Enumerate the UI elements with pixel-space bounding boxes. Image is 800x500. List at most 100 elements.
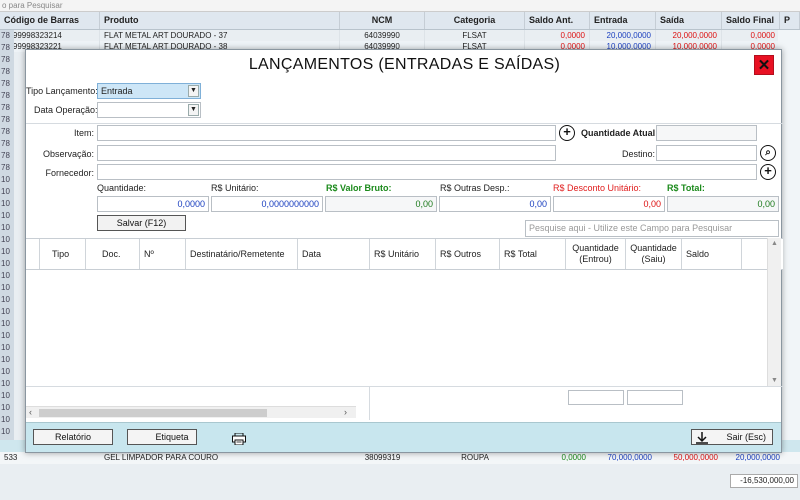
- grid-col-qtd-saiu-line1: Quantidade: [630, 243, 677, 253]
- search-destino-icon[interactable]: ⌕: [760, 145, 776, 161]
- chevron-down-icon[interactable]: ▼: [188, 104, 199, 116]
- item-label: Item:: [73, 128, 94, 138]
- bg-col-product[interactable]: Produto: [100, 12, 340, 29]
- bg-col-ncm[interactable]: NCM: [340, 12, 425, 29]
- etiqueta-label: Etiqueta: [155, 432, 189, 442]
- bg-row-code: 78: [1, 103, 10, 112]
- bg-row-code: 10: [1, 283, 10, 292]
- tipo-lancamento-select[interactable]: Entrada ▼: [97, 83, 201, 99]
- item-input[interactable]: [97, 125, 556, 141]
- grid-col-unitario[interactable]: R$ Unitário: [370, 239, 436, 269]
- bg-col-saldo-ant[interactable]: Saldo Ant.: [525, 12, 590, 29]
- outras-desp-label: R$ Outras Desp.:: [440, 183, 510, 193]
- grid-col-data[interactable]: Data: [298, 239, 370, 269]
- bg-row-code: 10: [1, 271, 10, 280]
- data-operacao-select[interactable]: ▼: [97, 102, 201, 118]
- bg-row-code: 10: [1, 403, 10, 412]
- quantidade-input[interactable]: 0,0000: [97, 196, 209, 212]
- fornecedor-input[interactable]: [97, 164, 757, 180]
- chevron-down-icon[interactable]: ▼: [771, 377, 778, 384]
- grid-col-tipo[interactable]: Tipo: [40, 239, 86, 269]
- bg-row-code: 78: [1, 31, 10, 40]
- bg-row-code: 10: [1, 367, 10, 376]
- vertical-scrollbar[interactable]: ▲ ▼: [767, 238, 781, 386]
- etiqueta-button[interactable]: Etiqueta: [127, 429, 246, 445]
- grid-col-saldo[interactable]: Saldo: [682, 239, 742, 269]
- bg-table-row[interactable]: 7899998323214 FLAT METAL ART DOURADO - 3…: [0, 30, 800, 41]
- destino-input[interactable]: [656, 145, 757, 161]
- destino-label: Destino:: [622, 149, 656, 159]
- bg-row-code: 10: [1, 211, 10, 220]
- add-fornecedor-icon[interactable]: +: [760, 164, 776, 180]
- observacao-input[interactable]: [97, 145, 556, 161]
- bg-cell: 20,000,0000: [656, 30, 722, 41]
- valor-bruto-field: 0,00: [325, 196, 437, 212]
- add-item-icon[interactable]: +: [559, 125, 575, 141]
- bg-row-code: 78: [1, 67, 10, 76]
- tipo-lancamento-label: Tipo Lançamento:: [26, 86, 98, 96]
- background-grid-header: Código de Barras Produto NCM Categoria S…: [0, 12, 800, 30]
- tipo-lancamento-value: Entrada: [101, 86, 133, 96]
- sair-button[interactable]: Sair (Esc): [691, 429, 773, 445]
- bg-col-entrada[interactable]: Entrada: [590, 12, 656, 29]
- bg-row-code: 10: [1, 331, 10, 340]
- grid-col-num[interactable]: Nº: [140, 239, 186, 269]
- lancamentos-grid-header: Tipo Doc. Nº Destinatário/Remetente Data…: [26, 238, 783, 270]
- bg-cell: 38099319: [364, 453, 401, 462]
- grid-col-qtd-saiu[interactable]: Quantidade (Saiu): [626, 239, 682, 269]
- salvar-button[interactable]: Salvar (F12): [97, 215, 186, 231]
- close-button[interactable]: ✕: [754, 55, 774, 75]
- background-left-codes: 78 78 78 78 78 78 78 78 78 78 78 78 10 10 10 10 10 10 10 10…: [0, 30, 14, 460]
- bg-row-code: 78: [1, 115, 10, 124]
- search-input[interactable]: Pesquise aqui - Utilize este Campo para …: [525, 220, 779, 237]
- bg-col-p[interactable]: P: [780, 12, 800, 29]
- bg-row-code: 10: [1, 223, 10, 232]
- lancamentos-grid-body[interactable]: [26, 270, 776, 385]
- bg-row-code: 10: [1, 343, 10, 352]
- sum-entrou-field: [568, 390, 624, 405]
- unitario-input[interactable]: 0,0000000000: [211, 196, 323, 212]
- horizontal-scrollbar[interactable]: ‹ ›: [26, 406, 356, 418]
- printer-icon: [232, 433, 246, 445]
- bg-col-category[interactable]: Categoria: [425, 12, 525, 29]
- bg-row-code: 78: [1, 139, 10, 148]
- desconto-unitario-input[interactable]: 0,00: [553, 196, 665, 212]
- grid-col-qtd-entrou-line2: (Entrou): [579, 254, 612, 264]
- bg-cell: ROUPA: [461, 453, 489, 462]
- grid-col-qtd-entrou-line1: Quantidade: [572, 243, 619, 253]
- grid-col-destinatario[interactable]: Destinatário/Remetente: [186, 239, 298, 269]
- chevron-up-icon[interactable]: ▲: [771, 240, 778, 247]
- chevron-left-icon[interactable]: ‹: [29, 407, 32, 417]
- bg-cell: 64039990: [340, 30, 425, 41]
- chevron-right-icon[interactable]: ›: [344, 407, 347, 417]
- relatorio-button[interactable]: Relatório: [33, 429, 113, 445]
- chevron-down-icon[interactable]: ▼: [188, 85, 199, 97]
- bg-col-barcode[interactable]: Código de Barras: [0, 12, 100, 29]
- dialog-title: LANÇAMENTOS (ENTRADAS E SAÍDAS): [248, 56, 561, 73]
- grid-col-doc[interactable]: Doc.: [86, 239, 140, 269]
- bg-cell: 20,000,0000: [590, 30, 656, 41]
- bg-row-code: 10: [1, 307, 10, 316]
- outras-desp-input[interactable]: 0,00: [439, 196, 551, 212]
- bg-cell: 70,000,0000: [607, 453, 653, 462]
- bg-table-row[interactable]: 533 GEL LIMPADOR PARA COURO 38099319 ROU…: [0, 452, 800, 464]
- bg-row-code: 78: [1, 79, 10, 88]
- unitario-label: R$ Unitário:: [211, 183, 259, 193]
- bg-col-saida[interactable]: Saída: [656, 12, 722, 29]
- bg-row-code: 10: [1, 427, 10, 436]
- background-total-field: -16,530,000,00: [730, 474, 798, 488]
- quantidade-atual-label: Quantidade Atual:: [581, 128, 659, 138]
- bg-row-code: 10: [1, 319, 10, 328]
- sair-label: Sair (Esc): [726, 432, 766, 442]
- grid-col-qtd-saiu-line2: (Saiu): [641, 254, 666, 264]
- bg-cell: 0,0000: [722, 30, 780, 41]
- bg-cell: 533: [4, 453, 18, 462]
- bg-col-saldo-final[interactable]: Saldo Final: [722, 12, 780, 29]
- grid-col-total[interactable]: R$ Total: [500, 239, 566, 269]
- bg-cell: FLSAT: [425, 30, 525, 41]
- bg-cell: GEL LIMPADOR PARA COURO: [104, 453, 219, 462]
- grid-col-outros[interactable]: R$ Outros: [436, 239, 500, 269]
- grid-col-indicator: [26, 239, 40, 269]
- grid-col-qtd-entrou[interactable]: Quantidade (Entrou): [566, 239, 626, 269]
- scroll-thumb[interactable]: [39, 409, 267, 417]
